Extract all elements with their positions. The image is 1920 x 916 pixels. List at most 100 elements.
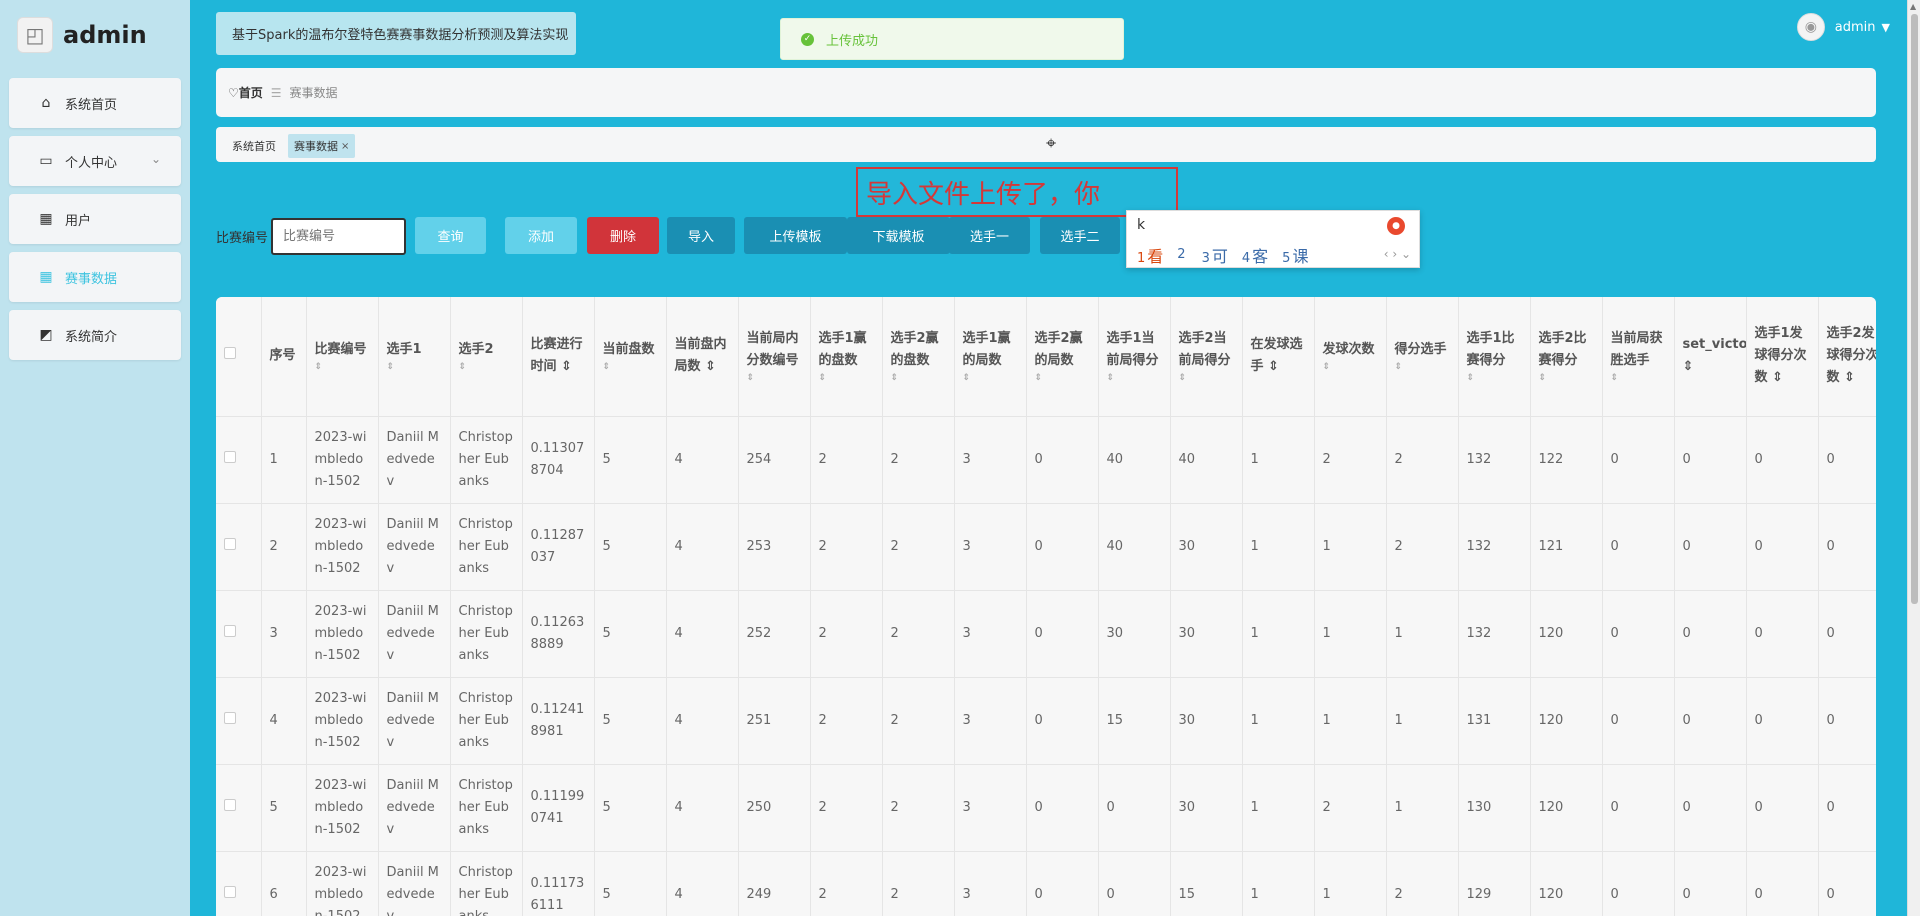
table-cell: 2 xyxy=(882,764,955,852)
table-cell: Christopher Eubanks xyxy=(450,677,523,765)
row-checkbox-cell[interactable] xyxy=(216,677,262,765)
sidebar-item-label: 用户 xyxy=(65,213,92,229)
column-header[interactable]: 选手1 ⇕ xyxy=(378,297,451,417)
column-header[interactable]: 选手2赢的局数 ⇕ xyxy=(1026,297,1099,417)
row-checkbox-cell[interactable] xyxy=(216,851,262,916)
column-header[interactable]: 当前盘内局数 ⇕ xyxy=(666,297,739,417)
table-cell: 130 xyxy=(1458,764,1531,852)
table-row[interactable]: 4 2023-wimbledon-1502 Daniil Medvedev Chris… xyxy=(216,677,1876,765)
table-cell: 4 xyxy=(666,590,739,678)
scroll-up-icon[interactable]: ▲ xyxy=(1910,2,1916,11)
add-button[interactable]: 添加 xyxy=(505,217,577,254)
column-header[interactable]: 选手1比赛得分 ⇕ xyxy=(1458,297,1531,417)
column-header[interactable]: 选手1赢的盘数 ⇕ xyxy=(810,297,883,417)
sidebar-item-label: 赛事数据 xyxy=(65,271,118,287)
delete-button[interactable]: 删除 xyxy=(587,217,659,254)
table-row[interactable]: 6 2023-wimbledon-1502 Daniil Medvedev Chris… xyxy=(216,851,1876,916)
row-checkbox-cell[interactable] xyxy=(216,416,262,504)
sort-icon: ⇕ xyxy=(962,373,971,384)
ime-candidate[interactable]: 5课 xyxy=(1282,243,1308,267)
column-header[interactable]: 选手1赢的局数 ⇕ xyxy=(954,297,1027,417)
sidebar-item-home[interactable]: ⌂ 系统首页 xyxy=(9,78,181,128)
column-header[interactable]: 当前局获胜选手 ⇕ xyxy=(1602,297,1675,417)
sidebar-item-match-data[interactable]: ▦ 赛事数据 xyxy=(9,252,181,302)
scrollbar-thumb[interactable] xyxy=(1911,14,1918,604)
home-icon: ⌂ xyxy=(41,95,51,111)
column-header[interactable]: 选手1发球得分次数 ⇕ xyxy=(1746,297,1819,417)
checkbox[interactable] xyxy=(224,624,236,637)
table-row[interactable]: 1 2023-wimbledon-1502 Daniil Medvedev Chris… xyxy=(216,416,1876,504)
column-header[interactable]: 选手2比赛得分 ⇕ xyxy=(1530,297,1603,417)
column-header[interactable]: 选手2当前局得分 ⇕ xyxy=(1170,297,1243,417)
table-cell: 2023-wimbledon-1502 xyxy=(306,590,379,678)
ime-page-arrows[interactable]: ‹ › ⌄ xyxy=(1384,247,1411,261)
sidebar-item-users[interactable]: ▦ 用户 xyxy=(9,194,181,244)
table-row[interactable]: 2 2023-wimbledon-1502 Daniil Medvedev Chris… xyxy=(216,503,1876,591)
sidebar-item-about[interactable]: ◩ 系统简介 xyxy=(9,310,181,360)
column-header[interactable]: 在发球选手 ⇕ xyxy=(1242,297,1315,417)
query-button[interactable]: 查询 xyxy=(415,217,486,254)
sidebar-menu: ⌂ 系统首页 ▭ 个人中心 ⌄ ▦ 用户 ▦ 赛事数据 ◩ 系统简介 xyxy=(0,70,190,360)
ime-candidate[interactable]: 1看 xyxy=(1137,243,1163,267)
table-cell: 249 xyxy=(738,851,811,916)
row-checkbox-cell[interactable] xyxy=(216,764,262,852)
tag-home[interactable]: 系统首页 xyxy=(226,134,282,158)
table-cell: 3 xyxy=(954,851,1027,916)
sidebar-item-profile[interactable]: ▭ 个人中心 ⌄ xyxy=(9,136,181,186)
table-cell: 0.111990741 xyxy=(522,764,595,852)
column-header[interactable]: 当前局内分数编号 ⇕ xyxy=(738,297,811,417)
user-menu[interactable]: ◉ admin ▼ xyxy=(1796,13,1890,41)
table-cell: 0 xyxy=(1818,503,1876,591)
breadcrumb-home[interactable]: 首页 xyxy=(239,84,263,101)
grid-icon: ▦ xyxy=(39,269,53,285)
checkbox[interactable] xyxy=(224,450,236,463)
table-cell: Christopher Eubanks xyxy=(450,851,523,916)
table-cell: 4 xyxy=(666,503,739,591)
checkbox[interactable] xyxy=(224,885,236,898)
table-cell: 5 xyxy=(594,503,667,591)
checkbox[interactable] xyxy=(224,537,236,550)
row-checkbox-cell[interactable] xyxy=(216,590,262,678)
column-header[interactable]: 选手2 ⇕ xyxy=(450,297,523,417)
player1-button[interactable]: 选手一 xyxy=(949,217,1030,254)
search-input[interactable] xyxy=(271,218,406,255)
tag-match-data[interactable]: 赛事数据 × xyxy=(288,134,356,158)
ime-candidate[interactable]: 4客 xyxy=(1242,243,1268,267)
table-cell: 1 xyxy=(1386,677,1459,765)
column-header[interactable]: 得分选手 ⇕ xyxy=(1386,297,1459,417)
checkbox[interactable] xyxy=(224,347,236,360)
column-header[interactable]: set_victor ⇕ xyxy=(1674,297,1747,417)
table-cell: 252 xyxy=(738,590,811,678)
table-row[interactable]: 3 2023-wimbledon-1502 Daniil Medvedev Chris… xyxy=(216,590,1876,678)
table-body: 1 2023-wimbledon-1502 Daniil Medvedev Chris… xyxy=(216,416,1876,916)
page-scrollbar[interactable]: ▲ xyxy=(1907,0,1920,916)
table-cell: 3 xyxy=(954,503,1027,591)
row-checkbox-cell[interactable] xyxy=(216,503,262,591)
column-header[interactable]: 当前盘数 ⇕ xyxy=(594,297,667,417)
column-header[interactable]: 选手1当前局得分 ⇕ xyxy=(1098,297,1171,417)
select-all-checkbox-cell[interactable] xyxy=(216,297,262,417)
column-header[interactable]: 发球次数 ⇕ xyxy=(1314,297,1387,417)
table-cell: 5 xyxy=(261,764,307,852)
checkbox[interactable] xyxy=(224,711,236,724)
sidebar: ◰ admin ⌂ 系统首页 ▭ 个人中心 ⌄ ▦ 用户 ▦ 赛事数据 ◩ 系统… xyxy=(0,0,190,916)
table-row[interactable]: 5 2023-wimbledon-1502 Daniil Medvedev Chris… xyxy=(216,764,1876,852)
table-header-row: 序号 比赛编号 ⇕ 选手1 ⇕ 选手2 ⇕ 比赛进行时间 ⇕ 当前盘数 ⇕ 当前盘内局数… xyxy=(216,297,1876,417)
column-header[interactable]: 选手2发球得分次数 ⇕ xyxy=(1818,297,1876,417)
table-cell: 40 xyxy=(1098,416,1171,504)
table-cell: 1 xyxy=(1314,851,1387,916)
upload-template-button[interactable]: 上传模板 xyxy=(744,217,847,254)
close-icon[interactable]: × xyxy=(341,141,349,152)
player2-button[interactable]: 选手二 xyxy=(1040,217,1120,254)
checkbox[interactable] xyxy=(224,798,236,811)
column-header[interactable]: 选手2赢的盘数 ⇕ xyxy=(882,297,955,417)
column-header[interactable]: 比赛编号 ⇕ xyxy=(306,297,379,417)
table-cell: 0 xyxy=(1674,503,1747,591)
ime-candidate[interactable]: 3可 xyxy=(1202,243,1228,267)
tag-label: 系统首页 xyxy=(232,140,276,153)
table-cell: 0 xyxy=(1602,677,1675,765)
download-template-button[interactable]: 下载模板 xyxy=(847,217,950,254)
import-button[interactable]: 导入 xyxy=(667,217,735,254)
column-header[interactable]: 比赛进行时间 ⇕ xyxy=(522,297,595,417)
ime-candidate[interactable]: 2 xyxy=(1177,243,1187,267)
